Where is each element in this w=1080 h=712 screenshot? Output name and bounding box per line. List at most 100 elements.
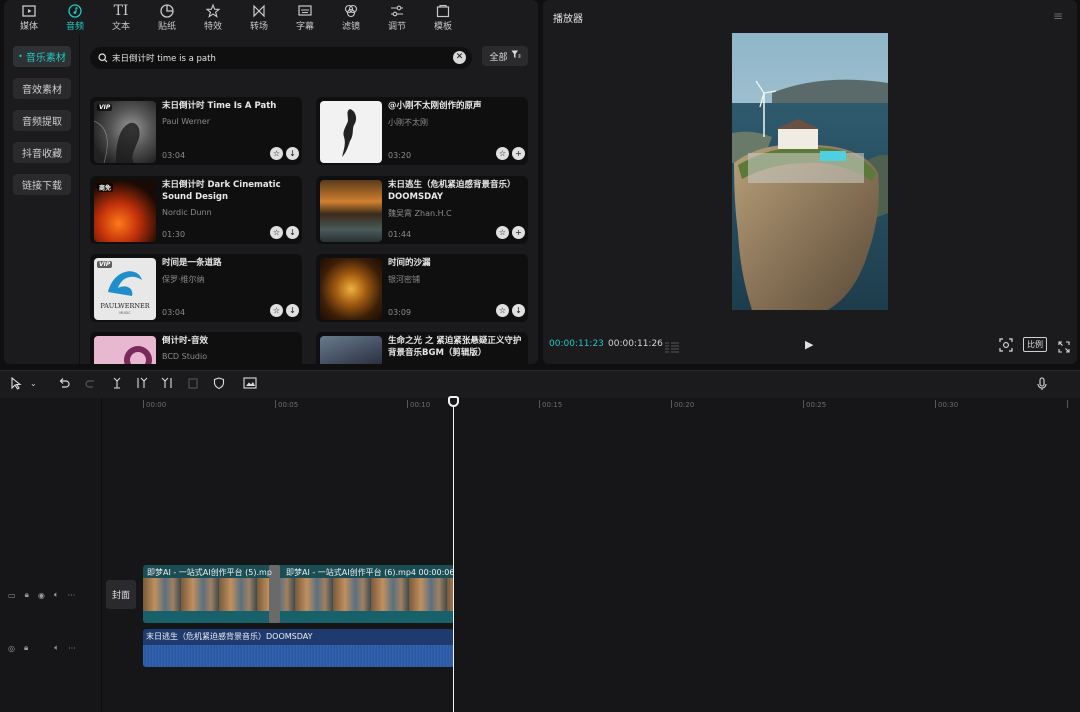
favorite-star-icon[interactable]: ☆ (270, 147, 283, 160)
music-card[interactable]: @小刚不太刚创作的原声 小刚不太刚 03:20 ☆ + (316, 97, 528, 165)
song-duration: 01:44 (388, 230, 412, 239)
favorite-star-icon[interactable]: ☆ (496, 147, 509, 160)
more-icon[interactable]: ··· (68, 644, 76, 653)
redo-icon[interactable] (85, 377, 97, 392)
tab-subtitle[interactable]: 字幕 (282, 0, 328, 34)
video-clip[interactable]: 即梦AI - 一站式AI创作平台 (5).mp 即梦AI - 一站式AI创作平台… (143, 565, 454, 623)
song-duration: 03:04 (162, 308, 186, 317)
clear-search-icon[interactable]: ✕ (453, 51, 466, 64)
playhead[interactable] (453, 396, 454, 712)
song-duration: 03:20 (388, 151, 412, 160)
sidebar-item-link-download[interactable]: 链接下载 (13, 174, 71, 195)
favorite-star-icon[interactable]: ☆ (496, 304, 509, 317)
favorite-star-icon[interactable]: ☆ (270, 304, 283, 317)
adjust-icon (389, 2, 405, 19)
song-duration: 01:30 (162, 230, 186, 239)
music-card[interactable]: VIP 末日倒计时 Time Is A Path Paul Werner 03:… (90, 97, 302, 165)
song-artist: Nordic Dunn (162, 208, 212, 217)
player-panel: 播放器 ≡ 00:00:11:23 00:00:11:26 ▶ 比例 (543, 0, 1077, 364)
audio-clip[interactable]: 末日逃生（危机紧迫感背景音乐）DOOMSDAY (143, 629, 454, 667)
ruler-tick: 00:25 (806, 401, 827, 409)
tab-media[interactable]: 媒体 (6, 0, 52, 34)
playhead-handle[interactable] (448, 396, 459, 407)
sidebar-item-audio-extract[interactable]: 音频提取 (13, 110, 71, 131)
image-edit-icon[interactable] (243, 377, 257, 392)
svg-text:PAULWERNER: PAULWERNER (100, 302, 150, 310)
sidebar-item-music[interactable]: • 音乐素材 (13, 46, 71, 67)
sidebar-item-douyin-favorites[interactable]: 抖音收藏 (13, 142, 71, 163)
shield-icon[interactable] (213, 377, 225, 392)
filter-icon (343, 2, 359, 19)
fullscreen-icon[interactable] (1058, 338, 1070, 357)
music-card[interactable]: PAULWERNER MUSIC VIP 时间是一条道路 保罗·维尔纳 03:04… (90, 254, 302, 322)
cover-thumbnail: PAULWERNER MUSIC VIP (94, 258, 156, 320)
cover-thumbnail: 商免 (94, 180, 156, 242)
audio-track-header: ◎ 🔒︎ 🔈︎ ··· (0, 638, 102, 658)
favorite-star-icon[interactable]: ☆ (496, 226, 509, 239)
menu-icon[interactable]: ≡ (1053, 9, 1063, 23)
sidebar-item-sound-effects[interactable]: 音效素材 (13, 78, 71, 99)
tab-sticker[interactable]: 贴纸 (144, 0, 190, 34)
favorite-star-icon[interactable]: ☆ (270, 226, 283, 239)
split-icon[interactable] (111, 377, 123, 392)
filter-all-button[interactable]: 全部 (482, 46, 528, 66)
ruler-tick: 00:10 (410, 401, 431, 409)
tab-label: 模板 (433, 22, 452, 32)
microphone-icon[interactable] (1036, 377, 1048, 394)
cover-thumbnail: VIP (94, 101, 156, 163)
download-icon[interactable]: ↓ (286, 304, 299, 317)
play-icon[interactable]: ▶ (805, 338, 813, 351)
volume-icon[interactable]: 🔈︎ (54, 590, 59, 600)
tab-transition[interactable]: 转场 (236, 0, 282, 34)
select-cursor-icon[interactable] (10, 376, 22, 393)
more-icon[interactable]: ··· (68, 591, 76, 600)
music-card[interactable]: 时间的沙漏 银河密铺 03:09 ☆ ↓ (316, 254, 528, 322)
song-artist: 魏吴霄 Zhan.H.C (388, 209, 452, 218)
sticker-icon (159, 2, 175, 19)
cover-button[interactable]: 封面 (106, 580, 136, 609)
subtitle-icon (297, 2, 313, 19)
asset-panel: 媒体 音频 TI 文本 贴纸 特效 转场 字幕 滤镜 调节 模板 • 音乐素材 … (4, 0, 538, 364)
search-value: 末日倒计时 time is a path (112, 54, 216, 64)
video-preview[interactable] (732, 33, 888, 310)
svg-text:MUSIC: MUSIC (119, 311, 131, 315)
tab-template[interactable]: 模板 (420, 0, 466, 34)
sidebar-item-label: 音乐素材 (25, 53, 66, 64)
music-card[interactable]: 末日逃生（危机紧迫感背景音乐）DOOMSDAY 魏吴霄 Zhan.H.C 01:… (316, 176, 528, 244)
tab-text[interactable]: TI 文本 (98, 0, 144, 34)
music-card[interactable]: 生命之光 之 紧迫紧张悬疑正义守护背景音乐BGM（剪辑版） (316, 332, 528, 364)
top-tab-bar: 媒体 音频 TI 文本 贴纸 特效 转场 字幕 滤镜 调节 模板 (4, 0, 538, 34)
undo-icon[interactable] (58, 377, 70, 392)
song-artist: Paul Werner (162, 117, 210, 126)
ratio-button[interactable]: 比例 (1023, 337, 1047, 352)
tab-audio[interactable]: 音频 (52, 0, 98, 34)
trim-left-icon[interactable] (136, 377, 148, 392)
music-card[interactable]: 商免 末日倒计时 Dark Cinematic Sound Design Nor… (90, 176, 302, 244)
music-card[interactable]: 倒计时-音效 BCD Studio (90, 332, 302, 364)
tab-label: 媒体 (19, 22, 38, 32)
delete-icon[interactable] (187, 377, 199, 392)
search-input[interactable]: 末日倒计时 time is a path ✕ (90, 47, 472, 69)
tab-filter[interactable]: 滤镜 (328, 0, 374, 34)
volume-icon[interactable]: 🔈︎ (54, 643, 59, 653)
song-duration: 03:04 (162, 151, 186, 160)
download-icon[interactable]: ↓ (286, 147, 299, 160)
add-icon[interactable]: + (512, 147, 525, 160)
time-ruler[interactable]: 00:00 00:05 00:10 00:15 00:20 00:25 00:3… (142, 398, 1080, 414)
fit-screen-icon[interactable] (999, 337, 1013, 356)
tab-adjust[interactable]: 调节 (374, 0, 420, 34)
eye-icon[interactable]: ◉ (38, 591, 45, 600)
text-icon: TI (113, 2, 129, 19)
ruler-tick: 00:15 (542, 401, 563, 409)
add-icon[interactable]: + (512, 226, 525, 239)
trim-right-icon[interactable] (161, 377, 173, 392)
filter-funnel-icon (511, 50, 521, 62)
download-icon[interactable]: ↓ (286, 226, 299, 239)
download-icon[interactable]: ↓ (512, 304, 525, 317)
timeline-toolbar: ⌄ (0, 370, 1080, 398)
chevron-down-icon[interactable]: ⌄ (30, 379, 37, 388)
tab-effects[interactable]: 特效 (190, 0, 236, 34)
waveform-list-icon[interactable] (664, 338, 680, 357)
lock-icon[interactable]: 🔒︎ (24, 643, 28, 653)
lock-icon[interactable]: 🔒︎ (25, 590, 29, 600)
